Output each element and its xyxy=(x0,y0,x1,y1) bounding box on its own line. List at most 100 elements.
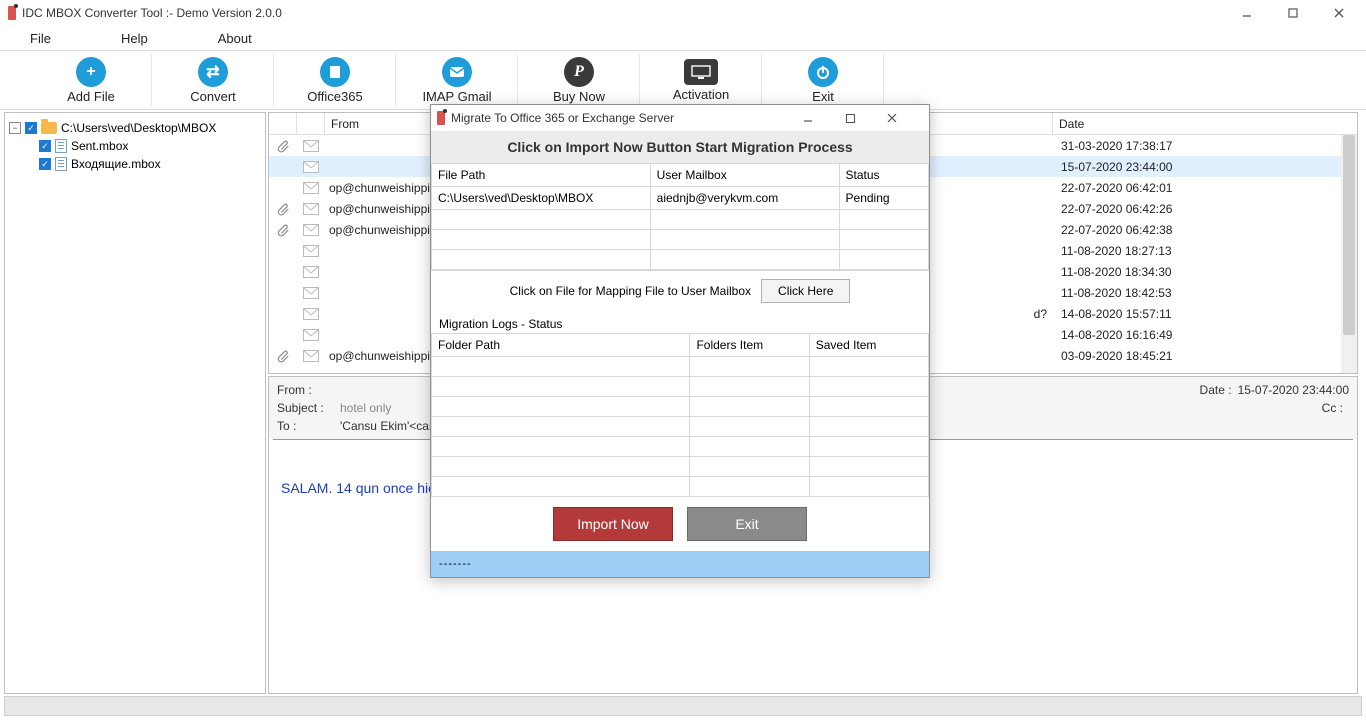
checkbox-icon[interactable]: ✓ xyxy=(39,140,51,152)
cell-status: Pending xyxy=(839,187,928,210)
col-attach-icon[interactable] xyxy=(269,113,297,134)
mail-date: 22-07-2020 06:42:01 xyxy=(1053,181,1357,195)
tool-buy-now[interactable]: P Buy Now xyxy=(518,50,640,110)
mapping-hint: Click on File for Mapping File to User M… xyxy=(510,284,751,298)
envelope-icon xyxy=(297,140,325,152)
mapping-row[interactable] xyxy=(432,250,929,270)
logs-grid[interactable]: Folder Path Folders Item Saved Item xyxy=(431,333,929,497)
col-date[interactable]: Date xyxy=(1053,113,1357,134)
col-envelope-icon[interactable] xyxy=(297,113,325,134)
log-row[interactable] xyxy=(432,377,929,397)
tool-label: Activation xyxy=(673,87,729,102)
dialog-buttons: Import Now Exit xyxy=(431,497,929,551)
migrate-dialog: Migrate To Office 365 or Exchange Server… xyxy=(430,104,930,578)
mail-date: 03-09-2020 18:45:21 xyxy=(1053,349,1357,363)
tree-item[interactable]: ✓ Входящие.mbox xyxy=(9,155,261,173)
tool-label: Convert xyxy=(190,89,236,104)
log-row[interactable] xyxy=(432,357,929,377)
window-maximize-button[interactable] xyxy=(1270,0,1316,26)
menu-file[interactable]: File xyxy=(30,31,51,46)
envelope-icon xyxy=(297,287,325,299)
envelope-icon xyxy=(297,350,325,362)
envelope-icon xyxy=(297,266,325,278)
dialog-status-bar: ------- xyxy=(431,551,929,577)
mail-date: 11-08-2020 18:42:53 xyxy=(1053,286,1357,300)
tool-exit[interactable]: Exit xyxy=(762,50,884,110)
checkbox-icon[interactable]: ✓ xyxy=(25,122,37,134)
tool-add-file[interactable]: + Add File xyxy=(30,50,152,110)
file-icon xyxy=(55,139,67,153)
col-folder-path[interactable]: Folder Path xyxy=(432,334,690,357)
tool-imap-gmail[interactable]: IMAP Gmail xyxy=(396,50,518,110)
mail-date: 14-08-2020 16:16:49 xyxy=(1053,328,1357,342)
log-row[interactable] xyxy=(432,397,929,417)
col-folders-item[interactable]: Folders Item xyxy=(690,334,809,357)
menubar: File Help About xyxy=(0,26,1366,50)
col-user-mailbox[interactable]: User Mailbox xyxy=(650,164,839,187)
mapping-hint-row: Click on File for Mapping File to User M… xyxy=(431,270,929,311)
envelope-icon xyxy=(297,182,325,194)
tool-activation[interactable]: Activation xyxy=(640,50,762,110)
plus-icon: + xyxy=(76,57,106,87)
app-logo-icon xyxy=(437,111,445,125)
envelope-icon xyxy=(297,329,325,341)
dialog-minimize-button[interactable] xyxy=(803,113,839,124)
envelope-icon xyxy=(297,245,325,257)
dialog-maximize-button[interactable] xyxy=(845,113,881,124)
menu-help[interactable]: Help xyxy=(121,31,148,46)
mapping-row[interactable] xyxy=(432,210,929,230)
mail-check-icon xyxy=(442,57,472,87)
dialog-banner: Click on Import Now Button Start Migrati… xyxy=(431,131,929,163)
col-status[interactable]: Status xyxy=(839,164,928,187)
date-label: Date : xyxy=(1200,383,1232,397)
mapping-row[interactable] xyxy=(432,230,929,250)
paypal-icon: P xyxy=(564,57,594,87)
power-icon xyxy=(808,57,838,87)
tree-item-label: Входящие.mbox xyxy=(71,157,161,171)
tool-label: Add File xyxy=(67,89,115,104)
attachment-icon xyxy=(269,202,297,216)
log-row[interactable] xyxy=(432,437,929,457)
window-titlebar: IDC MBOX Converter Tool :- Demo Version … xyxy=(0,0,1366,26)
mail-date: 11-08-2020 18:34:30 xyxy=(1053,265,1357,279)
tool-convert[interactable]: ⇄ Convert xyxy=(152,50,274,110)
dialog-titlebar: Migrate To Office 365 or Exchange Server xyxy=(431,105,929,131)
checkbox-icon[interactable]: ✓ xyxy=(39,158,51,170)
tree-item[interactable]: ✓Sent.mbox xyxy=(9,137,261,155)
import-now-button[interactable]: Import Now xyxy=(553,507,673,541)
mapping-grid[interactable]: File Path User Mailbox Status C:\Users\v… xyxy=(431,163,929,270)
mail-date: 15-07-2020 23:44:00 xyxy=(1053,160,1357,174)
dialog-close-button[interactable] xyxy=(887,113,923,124)
cell-file-path: C:\Users\ved\Desktop\MBOX xyxy=(432,187,651,210)
dialog-exit-button[interactable]: Exit xyxy=(687,507,807,541)
cc-label: Cc : xyxy=(1322,401,1343,415)
cell-user-mailbox: aiednjb@verykvm.com xyxy=(650,187,839,210)
subject-value: hotel only xyxy=(340,401,391,415)
tool-label: Buy Now xyxy=(553,89,605,104)
collapse-icon[interactable]: − xyxy=(9,122,21,134)
mail-date: 22-07-2020 06:42:26 xyxy=(1053,202,1357,216)
menu-about[interactable]: About xyxy=(218,31,252,46)
logs-caption: Migration Logs - Status xyxy=(431,311,929,333)
status-bar xyxy=(4,696,1362,716)
mail-list-scrollbar[interactable] xyxy=(1341,135,1357,373)
convert-icon: ⇄ xyxy=(198,57,228,87)
col-saved-item[interactable]: Saved Item xyxy=(809,334,928,357)
tool-office365[interactable]: Office365 xyxy=(274,50,396,110)
log-row[interactable] xyxy=(432,477,929,497)
col-file-path[interactable]: File Path xyxy=(432,164,651,187)
subject-label: Subject : xyxy=(277,401,332,415)
window-minimize-button[interactable] xyxy=(1224,0,1270,26)
click-here-button[interactable]: Click Here xyxy=(761,279,850,303)
attachment-icon xyxy=(269,223,297,237)
tree-root-row[interactable]: − ✓ C:\Users\ved\Desktop\MBOX xyxy=(9,119,261,137)
window-title: IDC MBOX Converter Tool :- Demo Version … xyxy=(22,6,282,20)
mail-date: 14-08-2020 15:57:11 xyxy=(1053,307,1357,321)
log-row[interactable] xyxy=(432,457,929,477)
tool-label: Office365 xyxy=(307,89,362,104)
window-close-button[interactable] xyxy=(1316,0,1362,26)
folder-tree[interactable]: − ✓ C:\Users\ved\Desktop\MBOX ✓Sent.mbox… xyxy=(4,112,266,694)
log-row[interactable] xyxy=(432,417,929,437)
dialog-title: Migrate To Office 365 or Exchange Server xyxy=(451,111,674,125)
mapping-row[interactable]: C:\Users\ved\Desktop\MBOX aiednjb@verykv… xyxy=(432,187,929,210)
